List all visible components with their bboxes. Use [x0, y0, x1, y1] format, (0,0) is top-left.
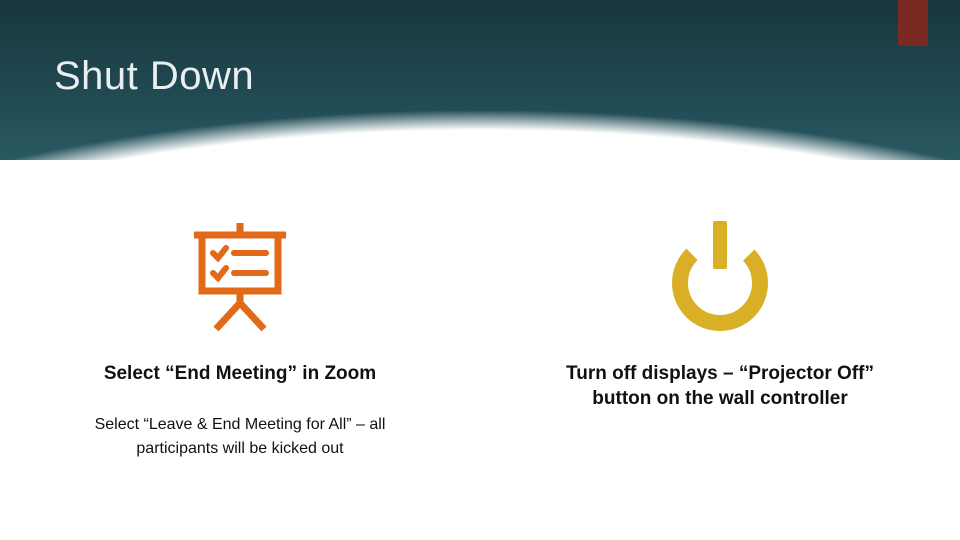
accent-bar — [898, 0, 928, 46]
presentation-icon — [180, 210, 300, 340]
page-title: Shut Down — [54, 54, 254, 99]
content-row: Select “End Meeting” in Zoom Select “Lea… — [0, 210, 960, 461]
slide: Shut Down — [0, 0, 960, 540]
column-heading: Turn off displays – “Projector Off” butt… — [550, 362, 890, 411]
power-icon — [660, 210, 780, 340]
column-projector-off: Turn off displays – “Projector Off” butt… — [480, 210, 960, 461]
column-heading: Select “End Meeting” in Zoom — [104, 362, 376, 387]
column-end-meeting: Select “End Meeting” in Zoom Select “Lea… — [0, 210, 480, 461]
column-subtext: Select “Leave & End Meeting for All” – a… — [80, 413, 400, 461]
